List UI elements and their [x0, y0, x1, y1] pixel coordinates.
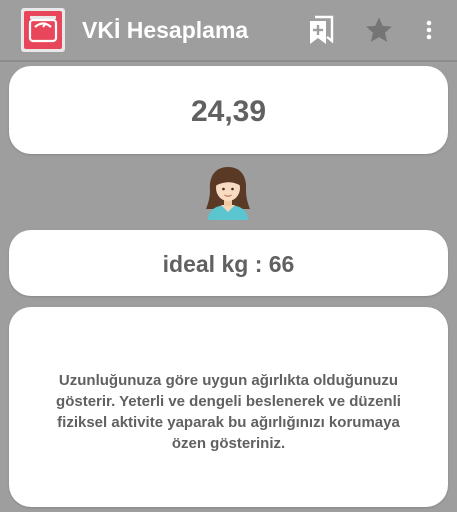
overflow-menu-button[interactable]	[411, 12, 447, 48]
app-bar-divider	[0, 60, 457, 62]
more-vert-icon	[426, 20, 432, 40]
bmi-value: 24,39	[190, 95, 267, 128]
bmi-result-card: 24,39	[9, 66, 448, 154]
favorite-button[interactable]	[361, 12, 397, 48]
bathroom-scale-icon	[28, 16, 58, 43]
bmi-description-text: Uzunluğunuza göre uygun ağırlıkta olduğu…	[56, 372, 401, 452]
description-card: Uzunluğunuza göre uygun ağırlıkta olduğu…	[9, 307, 448, 507]
app-title: VKİ Hesaplama	[82, 17, 249, 43]
app-icon	[21, 8, 65, 52]
bookmark-add-icon	[310, 15, 334, 44]
ideal-weight-card: ideal kg : 66	[9, 230, 448, 296]
ideal-weight-text: ideal kg : 66	[162, 251, 295, 277]
add-bookmark-button[interactable]	[303, 12, 339, 48]
woman-avatar-icon	[202, 164, 254, 220]
app-bar: VKİ Hesaplama	[0, 0, 457, 60]
star-icon	[366, 17, 392, 42]
